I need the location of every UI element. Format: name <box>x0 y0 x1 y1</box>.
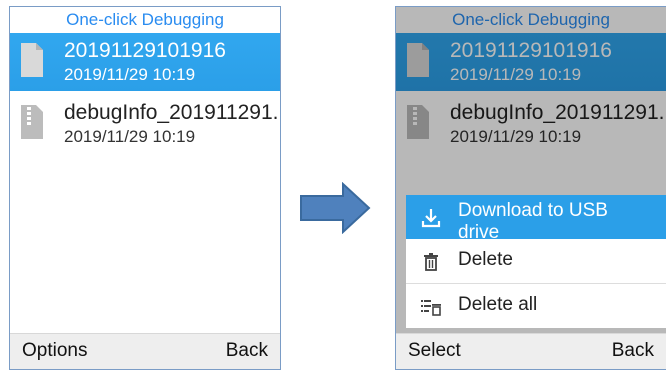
options-softkey[interactable]: Options <box>22 340 87 362</box>
file-row[interactable]: debugInfo_201911291.. 2019/11/29 10:19 <box>10 95 280 153</box>
menu-item-delete[interactable]: Delete <box>406 239 666 283</box>
file-name: debugInfo_201911291.. <box>64 101 281 124</box>
file-date: 2019/11/29 10:19 <box>64 65 196 84</box>
menu-item-download-usb[interactable]: Download to USB drive <box>406 195 666 239</box>
file-row-selected[interactable]: 20191129101916 2019/11/29 10:19 <box>10 33 280 91</box>
menu-item-label: Delete <box>458 249 513 270</box>
zip-file-icon <box>21 105 43 139</box>
options-menu: Download to USB drive Delete Delete all <box>406 195 666 328</box>
menu-item-delete-all[interactable]: Delete all <box>406 284 666 328</box>
trash-icon <box>424 253 438 271</box>
menu-item-label: Download to USB drive <box>458 200 608 239</box>
softkey-bar: Select Back <box>396 333 666 369</box>
document-icon <box>21 43 43 77</box>
delete-all-icon <box>421 300 441 316</box>
phone-screen-options-menu: One-click Debugging 20191129101916 2019/… <box>395 6 666 370</box>
menu-item-label: Delete all <box>458 294 538 315</box>
file-name: 20191129101916 <box>64 39 226 62</box>
screen-title: One-click Debugging <box>66 10 224 29</box>
select-softkey[interactable]: Select <box>408 340 461 362</box>
file-date: 2019/11/29 10:19 <box>64 127 196 146</box>
back-softkey[interactable]: Back <box>612 340 654 362</box>
right-arrow-icon <box>300 182 371 234</box>
softkey-bar: Options Back <box>10 333 280 369</box>
download-icon <box>421 209 441 228</box>
phone-screen-file-list: One-click Debugging 20191129101916 2019/… <box>9 6 281 370</box>
back-softkey[interactable]: Back <box>226 340 268 362</box>
